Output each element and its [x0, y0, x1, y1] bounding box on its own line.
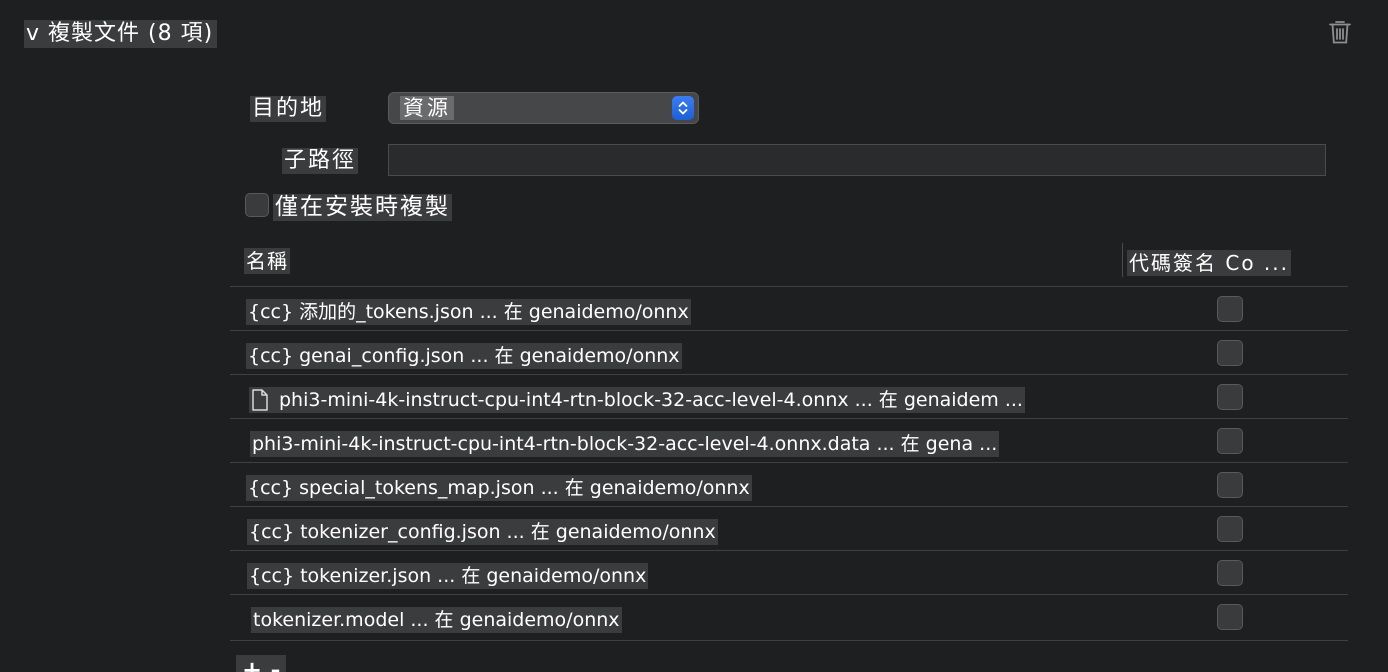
row-divider: [230, 550, 1348, 551]
trash-icon[interactable]: [1327, 18, 1353, 46]
table-header-divider: [230, 286, 1348, 287]
file-label: phi3-mini-4k-instruct-cpu-int4-rtn-block…: [279, 389, 1023, 411]
column-header-codesign[interactable]: 代碼簽名 Co ...: [1127, 250, 1291, 276]
subpath-input[interactable]: [388, 144, 1326, 176]
table-row[interactable]: {cc} tokenizer.json ... 在 genaidemo/onnx: [230, 552, 1348, 596]
codesign-checkbox[interactable]: [1217, 428, 1243, 454]
file-label-wrap: phi3-mini-4k-instruct-cpu-int4-rtn-block…: [249, 387, 1025, 413]
column-divider: [1122, 243, 1123, 277]
table-row[interactable]: {cc} tokenizer_config.json ... 在 genaide…: [230, 508, 1348, 552]
destination-value: 資源: [400, 96, 454, 120]
table-row[interactable]: {cc} genai_config.json ... 在 genaidemo/o…: [230, 332, 1348, 376]
table-row[interactable]: phi3-mini-4k-instruct-cpu-int4-rtn-block…: [230, 376, 1348, 420]
row-divider: [230, 374, 1348, 375]
file-label: {cc} genai_config.json ... 在 genaidemo/o…: [246, 343, 682, 369]
codesign-checkbox[interactable]: [1217, 604, 1243, 630]
destination-label: 目的地: [250, 96, 327, 122]
chevron-updown-icon: [672, 96, 694, 120]
table-row[interactable]: {cc} 添加的_tokens.json ... 在 genaidemo/onn…: [230, 288, 1348, 332]
install-only-label: 僅在安裝時複製: [273, 194, 452, 221]
codesign-checkbox[interactable]: [1217, 560, 1243, 586]
row-divider: [230, 506, 1348, 507]
codesign-checkbox[interactable]: [1217, 516, 1243, 542]
table-row[interactable]: phi3-mini-4k-instruct-cpu-int4-rtn-block…: [230, 420, 1348, 464]
codesign-checkbox[interactable]: [1217, 384, 1243, 410]
table-row[interactable]: {cc} special_tokens_map.json ... 在 genai…: [230, 464, 1348, 508]
row-divider: [230, 418, 1348, 419]
row-divider: [230, 330, 1348, 331]
file-icon: [249, 388, 271, 412]
destination-select[interactable]: 資源: [388, 92, 699, 124]
codesign-checkbox[interactable]: [1217, 296, 1243, 322]
row-divider: [230, 462, 1348, 463]
codesign-checkbox[interactable]: [1217, 472, 1243, 498]
section-header[interactable]: v 複製文件 (8 項): [24, 20, 218, 48]
file-label: {cc} tokenizer.json ... 在 genaidemo/onnx: [247, 563, 649, 589]
file-label: phi3-mini-4k-instruct-cpu-int4-rtn-block…: [250, 431, 1000, 457]
column-header-name[interactable]: 名稱: [244, 248, 290, 274]
subpath-label: 子路徑: [282, 148, 359, 174]
install-only-checkbox[interactable]: [245, 193, 269, 217]
table-bottom-divider: [230, 640, 1348, 641]
codesign-checkbox[interactable]: [1217, 340, 1243, 366]
file-label: {cc} special_tokens_map.json ... 在 genai…: [246, 475, 752, 501]
add-remove-controls[interactable]: + -: [236, 655, 287, 672]
row-divider: [230, 594, 1348, 595]
file-label: tokenizer.model ... 在 genaidemo/onnx: [251, 607, 622, 633]
file-label: {cc} tokenizer_config.json ... 在 genaide…: [247, 519, 718, 545]
table-row[interactable]: tokenizer.model ... 在 genaidemo/onnx: [230, 596, 1348, 640]
file-label: {cc} 添加的_tokens.json ... 在 genaidemo/onn…: [246, 299, 691, 325]
